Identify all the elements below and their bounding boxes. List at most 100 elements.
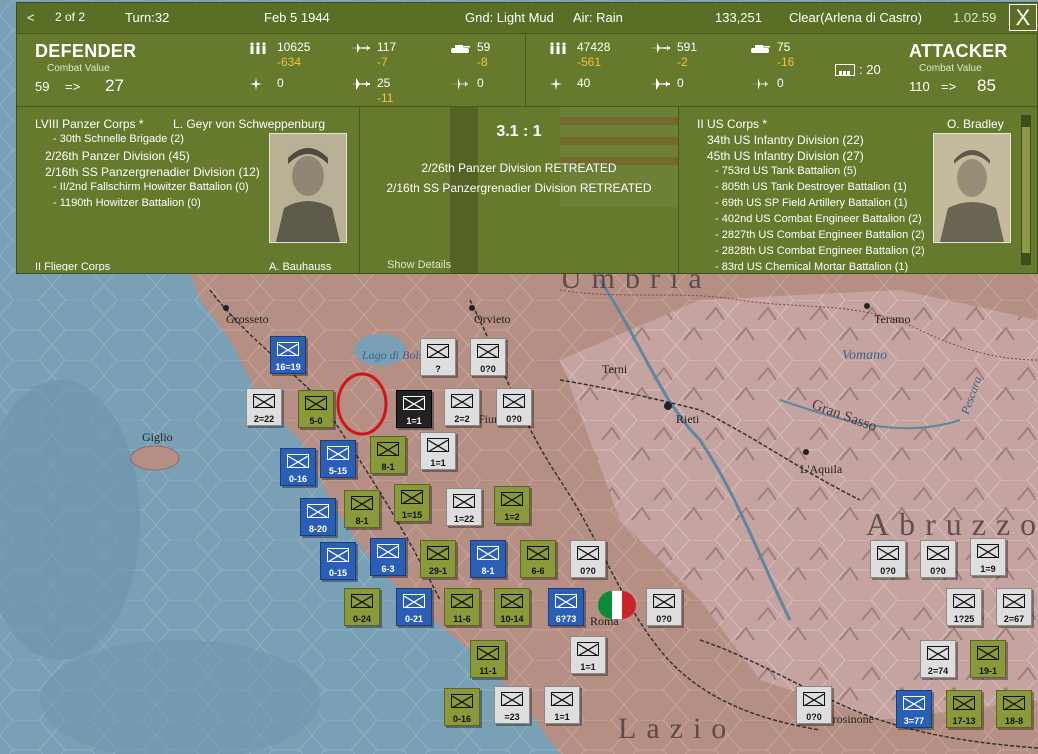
unit-type-symbol-icon bbox=[927, 646, 949, 661]
unit-counter[interactable]: 1=1 bbox=[544, 686, 580, 724]
stats-divider bbox=[525, 34, 526, 106]
unit-counter[interactable]: 0-15 bbox=[320, 542, 356, 580]
unit-counter[interactable]: 0?0 bbox=[646, 588, 682, 626]
unit-counter[interactable]: 0-16 bbox=[280, 448, 316, 486]
unit-counter[interactable]: 1=2 bbox=[494, 486, 530, 524]
unit-counter[interactable]: 19-1 bbox=[970, 640, 1006, 678]
unit-counter-label: 3=77 bbox=[903, 716, 925, 726]
unit-counter-label: 8-1 bbox=[481, 566, 495, 576]
attacker-corps-name[interactable]: II US Corps * bbox=[697, 117, 767, 131]
unit-counter-label: 1=15 bbox=[401, 510, 423, 520]
defender-cv-label: Combat Value bbox=[47, 63, 110, 74]
unit-counter[interactable]: 18-8 bbox=[996, 690, 1032, 728]
attacker-cv-arrow: => bbox=[941, 79, 957, 94]
unit-type-symbol-icon bbox=[427, 344, 449, 359]
unit-counter-label: 1=22 bbox=[453, 514, 475, 524]
unit-counter[interactable]: 17-13 bbox=[946, 690, 982, 728]
unit-counter[interactable]: 0?0 bbox=[470, 338, 506, 376]
unit-counter[interactable]: 0?0 bbox=[870, 540, 906, 578]
defender-corps-name[interactable]: LVIII Panzer Corps * bbox=[35, 117, 144, 131]
unit-counter[interactable]: 11-6 bbox=[444, 588, 480, 626]
unit-counter[interactable]: =23 bbox=[494, 686, 530, 724]
prestige-points: 133,251 bbox=[715, 10, 762, 25]
unit-counter[interactable]: 1=1 bbox=[396, 390, 432, 428]
defender-stat-delta: -634 bbox=[277, 55, 302, 69]
unit-counter[interactable]: 0?0 bbox=[920, 540, 956, 578]
scrollbar-thumb[interactable] bbox=[1022, 127, 1030, 253]
unit-type-symbol-icon bbox=[501, 594, 523, 609]
attacker-stat-delta: -2 bbox=[677, 55, 688, 69]
unit-counter[interactable]: 1=1 bbox=[570, 636, 606, 674]
show-details-link[interactable]: Show Details bbox=[387, 259, 451, 271]
unit-counter[interactable]: 1=22 bbox=[446, 488, 482, 526]
ground-condition: Gnd: Light Mud bbox=[465, 10, 554, 25]
defender_units-unit-entry[interactable]: 2/16th SS Panzergrenadier Division (12) bbox=[45, 165, 260, 179]
attacker_units-unit-entry[interactable]: - 2827th US Combat Engineer Battalion (2… bbox=[715, 229, 925, 241]
attacker_units-unit-entry[interactable]: - 83rd US Chemical Mortar Battalion (1) bbox=[715, 261, 908, 273]
unit-type-symbol-icon bbox=[327, 548, 349, 563]
unit-counter[interactable]: 5-15 bbox=[320, 440, 356, 478]
unit-counter[interactable]: 2=74 bbox=[920, 640, 956, 678]
unit-type-symbol-icon bbox=[953, 696, 975, 711]
defender_units-unit-entry[interactable]: - 30th Schnelle Brigade (2) bbox=[53, 133, 184, 145]
unit-counter[interactable]: 2=2 bbox=[444, 388, 480, 426]
unit-counter[interactable]: 8-1 bbox=[470, 540, 506, 578]
unit-counter[interactable]: 29-1 bbox=[420, 540, 456, 578]
unit-type-symbol-icon bbox=[653, 594, 675, 609]
unit-counter[interactable]: 0-24 bbox=[344, 588, 380, 626]
attacker_units-unit-entry[interactable]: 45th US Infantry Division (27) bbox=[707, 149, 864, 163]
unit-counter-label: 1=1 bbox=[430, 458, 446, 468]
defender-stat-value: 0 bbox=[277, 76, 284, 90]
result-line-1: 2/26th Panzer Division RETREATED bbox=[421, 161, 617, 175]
unit-counter[interactable]: ? bbox=[420, 338, 456, 376]
close-button[interactable]: X bbox=[1009, 4, 1037, 31]
attacker-stat-value: 47428 bbox=[577, 40, 611, 54]
unit-counter[interactable]: 16=19 bbox=[270, 336, 306, 374]
unit-counter[interactable]: 2=22 bbox=[246, 388, 282, 426]
attacker-units-scrollbar[interactable] bbox=[1021, 115, 1031, 265]
unit-counter[interactable]: 6-6 bbox=[520, 540, 556, 578]
unit-counter[interactable]: 1=9 bbox=[970, 538, 1006, 576]
unit-counter[interactable]: 1?25 bbox=[946, 588, 982, 626]
unit-counter[interactable]: 11-1 bbox=[470, 640, 506, 678]
unit-counter[interactable]: 3=77 bbox=[896, 690, 932, 728]
unit-type-symbol-icon bbox=[377, 442, 399, 457]
date-label: Feb 5 1944 bbox=[264, 10, 330, 25]
attacker_units-unit-entry[interactable]: - 402nd US Combat Engineer Battalion (2) bbox=[715, 213, 922, 225]
unit-counter[interactable]: 0?0 bbox=[796, 686, 832, 724]
unit-counter[interactable]: 2=67 bbox=[996, 588, 1032, 626]
attacker_units-unit-entry[interactable]: 34th US Infantry Division (22) bbox=[707, 133, 864, 147]
unit-counter[interactable]: 0-21 bbox=[396, 588, 432, 626]
unit-counter[interactable]: 1=1 bbox=[420, 432, 456, 470]
unit-counter[interactable]: 0-16 bbox=[444, 688, 480, 726]
unit-counter-label: 2=2 bbox=[454, 414, 470, 424]
unit-counter[interactable]: 0?0 bbox=[570, 540, 606, 578]
unit-counter-label: 0-15 bbox=[328, 568, 347, 578]
unit-counter[interactable]: 8-1 bbox=[370, 436, 406, 474]
unit-counter[interactable]: 8-20 bbox=[300, 498, 336, 536]
defender_units-unit-entry[interactable]: - 1190th Howitzer Battalion (0) bbox=[53, 197, 201, 209]
city-label-frosinone: Frosinone bbox=[826, 712, 874, 726]
defender_units-unit-entry[interactable]: - II/2nd Fallschirm Howitzer Battalion (… bbox=[53, 181, 249, 193]
unit-counter[interactable]: 6-3 bbox=[370, 538, 406, 576]
unit-counter-label: 8-1 bbox=[381, 462, 395, 472]
unit-counter[interactable]: 6?73 bbox=[548, 588, 584, 626]
unit-counter[interactable]: 0?0 bbox=[496, 388, 532, 426]
attacker_units-unit-entry[interactable]: - 805th US Tank Destroyer Battalion (1) bbox=[715, 181, 907, 193]
unit-counter[interactable]: 1=15 bbox=[394, 484, 430, 522]
unit-counter[interactable]: 8-1 bbox=[344, 490, 380, 528]
bomber-icon bbox=[649, 77, 671, 95]
attacker-stat-value: 75 bbox=[777, 40, 791, 54]
defender_units-unit-entry[interactable]: 2/26th Panzer Division (45) bbox=[45, 149, 190, 163]
unit-type-symbol-icon bbox=[1003, 594, 1025, 609]
city-label-roma: Roma bbox=[590, 614, 619, 628]
city-label-grosseto: Grosseto bbox=[226, 312, 269, 326]
attacker_units-unit-entry[interactable]: - 2828th US Combat Engineer Battalion (2… bbox=[715, 245, 925, 257]
unit-counter[interactable]: 10-14 bbox=[494, 588, 530, 626]
combat-result-center: 3.1 : 1 2/26th Panzer Division RETREATED… bbox=[360, 107, 678, 273]
prev-page-button[interactable]: < bbox=[27, 10, 35, 25]
attacker_units-unit-entry[interactable]: - 753rd US Tank Battalion (5) bbox=[715, 165, 857, 177]
unit-type-symbol-icon bbox=[451, 694, 473, 709]
unit-counter[interactable]: 5-0 bbox=[298, 390, 334, 428]
attacker_units-unit-entry[interactable]: - 69th US SP Field Artillery Battalion (… bbox=[715, 197, 907, 209]
